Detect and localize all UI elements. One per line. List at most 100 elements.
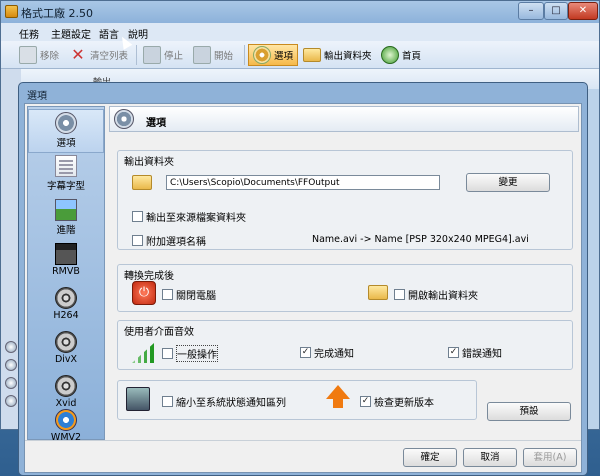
power-icon: ⏻ [132,281,156,305]
category-label: 字幕字型 [46,181,85,192]
menu-task[interactable]: 任務 [19,26,39,41]
category-label: Xvid [55,398,77,409]
film-reel-icon [55,287,77,309]
category-h264[interactable]: H264 [28,285,104,329]
volume-bars-icon [132,343,154,363]
pane-header: 選項 [109,106,579,132]
strip-icon[interactable] [5,359,17,371]
clear-icon: ✕ [71,45,85,64]
group-label: 轉換完成後 [124,271,174,282]
home-button[interactable]: 首頁 [381,44,421,66]
checkbox-label: 附加選項名稱 [146,237,206,248]
shutdown-checkbox[interactable]: 關閉電腦 [162,287,216,302]
maximize-button[interactable]: □ [544,2,568,20]
strip-icon[interactable] [5,341,17,353]
dialog-footer: 確定 取消 套用(A) [25,440,581,472]
clear-list-label: 清空列表 [90,51,129,62]
change-button[interactable]: 變更 [466,173,550,192]
open-output-folder-checkbox[interactable]: 開啟輸出資料夾 [394,287,478,302]
checkbox-label: 錯誤通知 [462,349,502,360]
menu-help[interactable]: 說明 [128,26,148,41]
group-label: 輸出資料夾 [124,157,174,168]
main-window-title: 格式工廠 2.50 [21,7,93,20]
output-to-source-checkbox[interactable]: 輸出至來源檔案資料夾 [132,209,246,224]
misc-group: 縮小至系統狀態通知區列 ✓ 檢查更新版本 [117,380,477,420]
menu-language[interactable]: 語言 [99,26,119,41]
gear-icon [253,46,271,64]
menu-theme[interactable]: 主題設定 [51,26,91,41]
apply-button[interactable]: 套用(A) [523,448,577,467]
category-wmv2[interactable]: WMV2 [28,409,104,443]
options-label: 選項 [274,51,294,62]
folder-icon [132,175,152,190]
after-conversion-group: 轉換完成後 ⏻ 關閉電腦 開啟輸出資料夾 [117,264,573,312]
cancel-button[interactable]: 取消 [463,448,517,467]
start-button[interactable]: 開始 [193,44,233,66]
strip-icon[interactable] [5,395,17,407]
document-icon [55,155,77,177]
up-arrow-icon [326,385,350,399]
checkbox-label: 開啟輸出資料夾 [408,291,478,302]
checkbox-box [162,289,173,300]
pane-title: 選項 [146,118,166,129]
checkbox-label: 輸出至來源檔案資料夾 [146,213,246,224]
start-icon [193,46,211,64]
main-titlebar: 格式工廠 2.50 – □ ✕ [1,1,599,23]
checkbox-box [132,235,143,246]
checkbox-label: 一般操作 [176,345,218,362]
options-button[interactable]: 選項 [248,44,299,66]
options-pane: 選項 輸出資料夾 變更 輸出至來源檔案資料夾 附加選項名稱 Name.avi -… [109,106,579,440]
checkbox-box [394,289,405,300]
up-arrow-stem [333,399,343,408]
ok-button[interactable]: 確定 [403,448,457,467]
category-options[interactable]: 選項 [28,109,104,153]
stop-icon [143,46,161,64]
category-subtitle-font[interactable]: 字幕字型 [28,153,104,197]
default-button[interactable]: 預設 [487,402,571,421]
checkbox-box: ✓ [300,347,311,358]
remove-icon [19,46,37,64]
check-update-checkbox[interactable]: ✓ 檢查更新版本 [360,394,434,409]
picture-icon [55,199,77,221]
gear-icon [55,112,77,134]
folder-icon [303,48,321,62]
output-folder-button[interactable]: 輸出資料夾 [303,44,372,66]
dialog-client: 選項 字幕字型 進階 RMVB H264 DivX Xvid WMV2 選項 輸… [24,103,582,473]
close-button[interactable]: ✕ [568,2,598,20]
checkbox-label: 檢查更新版本 [374,398,434,409]
remove-button[interactable]: 移除 [19,44,59,66]
computer-icon [126,387,150,411]
film-reel-icon [55,375,77,397]
clear-list-button[interactable]: ✕ 清空列表 [69,44,128,66]
complete-sound-checkbox[interactable]: ✓ 完成通知 [300,345,354,360]
menu-bar: 任務 主題設定 語言 說明 [1,23,599,41]
general-sound-checkbox[interactable]: 一般操作 [162,345,218,362]
error-sound-checkbox[interactable]: ✓ 錯誤通知 [448,345,502,360]
append-option-name-checkbox[interactable]: 附加選項名稱 [132,233,206,248]
folder-icon [368,285,388,300]
category-label: RMVB [52,266,80,277]
checkbox-label: 關閉電腦 [176,291,216,302]
minimize-button[interactable]: – [518,2,544,20]
home-label: 首頁 [402,51,422,62]
checkbox-label: 完成通知 [314,349,354,360]
output-folder-group: 輸出資料夾 變更 輸出至來源檔案資料夾 附加選項名稱 Name.avi -> N… [117,150,573,250]
checkbox-box [162,348,173,359]
remove-label: 移除 [40,51,60,62]
strip-icon[interactable] [5,377,17,389]
app-icon [5,5,18,18]
category-divx[interactable]: DivX [28,329,104,373]
checkbox-box [162,396,173,407]
ui-sound-group: 使用者介面音效 一般操作 ✓ 完成通知 ✓ 錯誤通知 [117,320,573,370]
minimize-tray-checkbox[interactable]: 縮小至系統狀態通知區列 [162,394,286,409]
output-path-input[interactable] [166,175,440,190]
category-rmvb[interactable]: RMVB [28,241,104,285]
film-reel-icon [55,331,77,353]
checkbox-box: ✓ [448,347,459,358]
category-advanced[interactable]: 進階 [28,197,104,241]
footer-divider [25,440,581,441]
stop-button[interactable]: 停止 [143,44,183,66]
checkbox-box [132,211,143,222]
media-player-icon [55,409,77,431]
category-label: DivX [54,354,78,365]
